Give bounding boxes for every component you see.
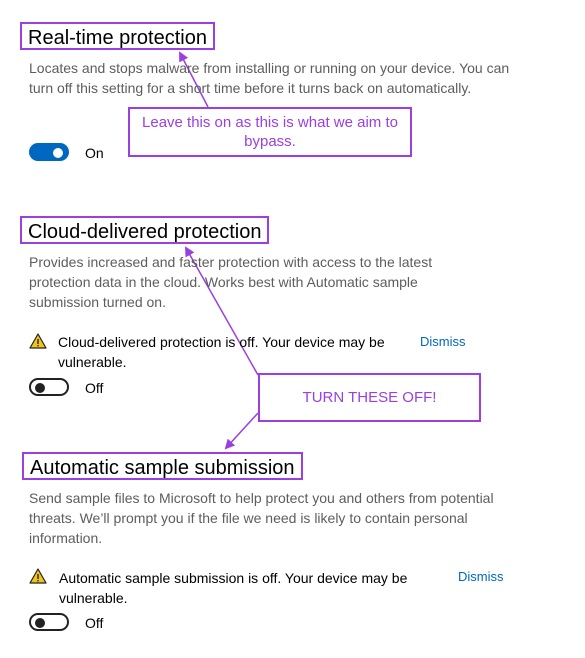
realtime-toggle[interactable] — [29, 143, 69, 161]
cloud-warning: Cloud-delivered protection is off. Your … — [58, 334, 385, 370]
realtime-description: Locates and stops malware from installin… — [29, 60, 510, 96]
cloud-description: Provides increased and faster protection… — [29, 254, 433, 310]
leave-on-callout: Leave this on as this is what we aim to … — [128, 107, 412, 157]
sample-description: Send sample files to Microsoft to help p… — [29, 490, 494, 546]
cloud-toggle[interactable] — [29, 378, 69, 396]
sample-toggle-label: Off — [85, 615, 104, 631]
turn-off-callout: TURN THESE OFF! — [258, 373, 481, 422]
sample-dismiss-link[interactable]: Dismiss — [458, 569, 504, 584]
sample-toggle[interactable] — [29, 613, 69, 631]
cloud-title: Cloud-delivered protection — [20, 216, 270, 244]
warning-icon — [29, 333, 47, 349]
toggle-knob — [35, 618, 45, 628]
cloud-toggle-label: Off — [85, 380, 104, 396]
arrow-to-sample — [224, 412, 259, 450]
realtime-toggle-label: On — [85, 145, 104, 161]
sample-warning: Automatic sample submission is off. Your… — [59, 570, 408, 606]
toggle-knob — [53, 148, 63, 158]
toggle-knob — [35, 383, 45, 393]
sample-title: Automatic sample submission — [22, 452, 303, 480]
annotation-arrows — [179, 51, 259, 450]
cloud-dismiss-link[interactable]: Dismiss — [420, 334, 466, 349]
warning-icon — [29, 568, 47, 584]
realtime-title: Real-time protection — [20, 22, 215, 50]
